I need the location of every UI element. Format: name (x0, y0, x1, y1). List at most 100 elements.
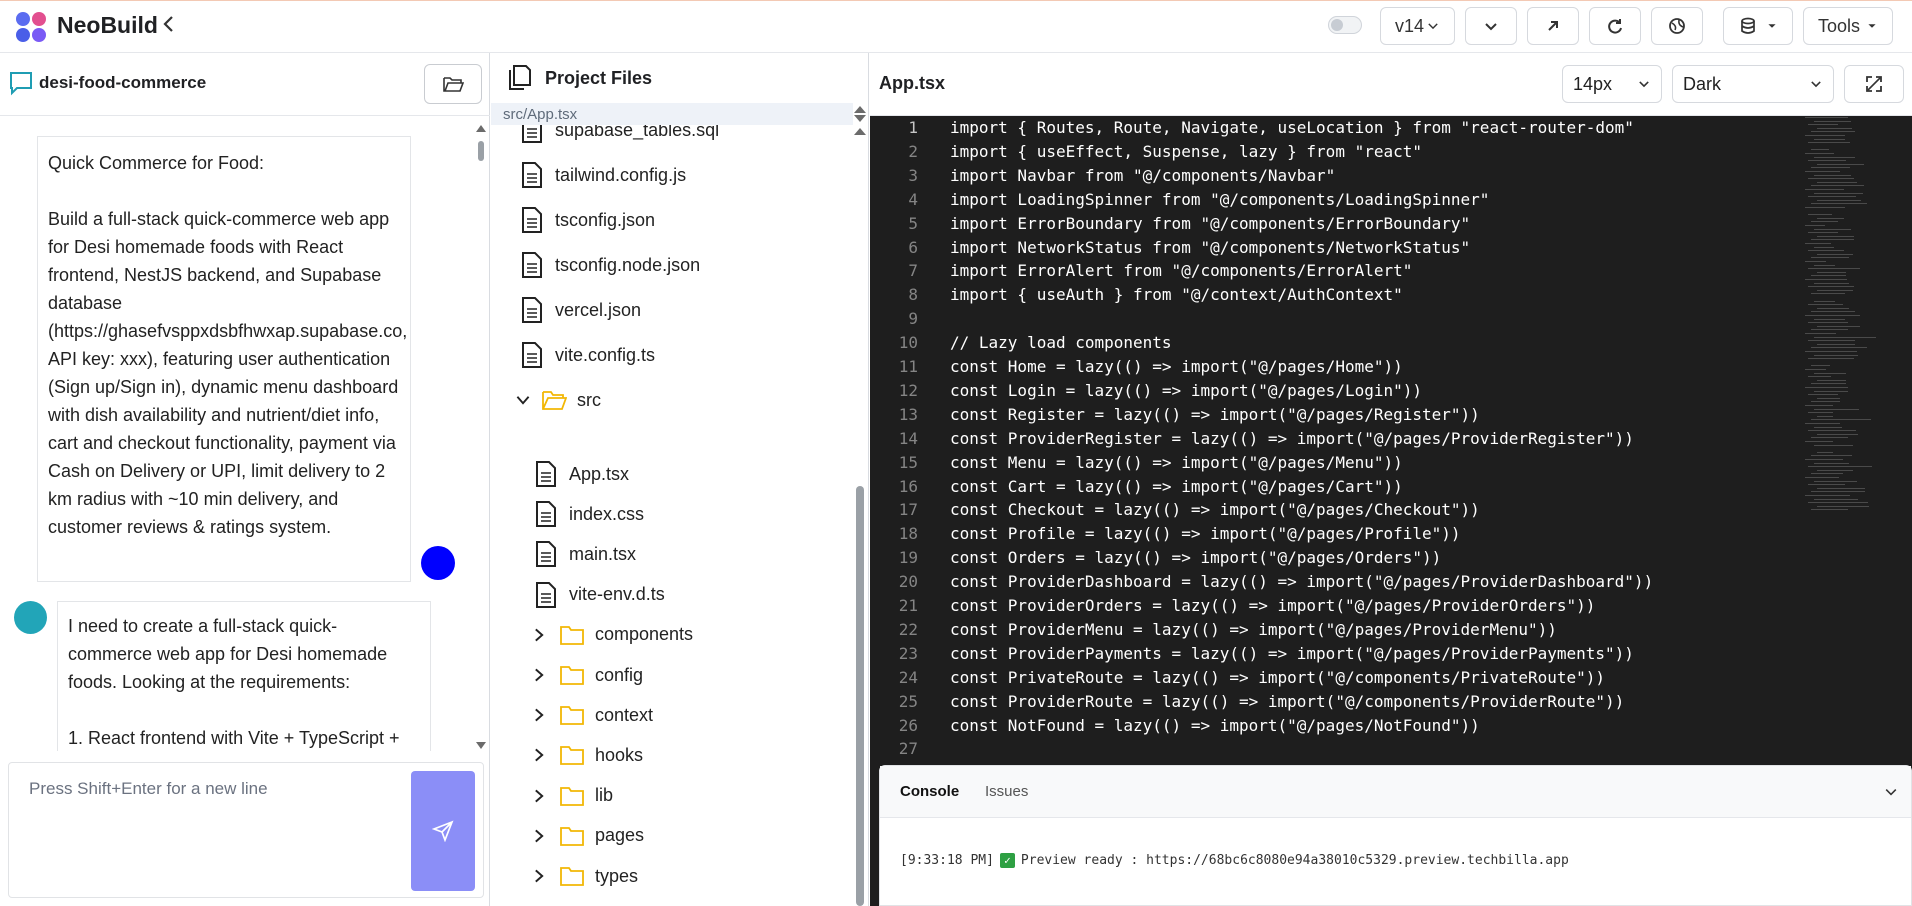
file-item[interactable]: tsconfig.node.json (519, 250, 700, 280)
file-item[interactable]: index.css (533, 499, 644, 529)
fullscreen-button[interactable] (1844, 65, 1904, 103)
file-item[interactable]: vite-env.d.ts (533, 580, 665, 610)
minimap-line (1811, 257, 1850, 259)
chat-scroll-thumb[interactable] (478, 141, 484, 161)
minimap-line (1808, 430, 1856, 432)
chevron-left-icon (163, 16, 173, 32)
file-item[interactable]: tsconfig.json (519, 205, 655, 235)
line-number: 19 (898, 548, 918, 568)
collapse-sidebar-button[interactable] (162, 14, 176, 40)
app-name: NeoBuild (57, 12, 158, 38)
tab-console[interactable]: Console (900, 783, 959, 800)
code-text: const ProviderRegister = lazy(() => impo… (950, 428, 1634, 448)
code-line: 6 import NetworkStatus from "@/components… (870, 238, 1912, 262)
scroll-up-icon (854, 128, 866, 135)
font-size-value: 14px (1573, 73, 1613, 94)
file-item[interactable]: supabase_tables.sql (519, 125, 719, 145)
chevron-right-icon (535, 829, 544, 843)
minimap-line (1814, 336, 1876, 338)
minimap-line (1808, 394, 1838, 396)
file-item[interactable]: vite.config.ts (519, 340, 655, 370)
file-item[interactable]: App.tsx (533, 459, 629, 489)
minimap-line (1817, 451, 1834, 453)
chat-scrollbar[interactable] (475, 123, 487, 753)
code-line: 26 const NotFound = lazy(() => import("@/… (870, 716, 1912, 740)
minimap-line (1814, 246, 1834, 248)
tools-menu-button[interactable]: Tools (1803, 7, 1893, 45)
code-area[interactable]: 1 import { Routes, Route, Navigate, useLo… (870, 117, 1912, 817)
minimap-line (1808, 358, 1854, 360)
code-line: 24 const PrivateRoute = lazy(() => import… (870, 668, 1912, 692)
file-tree-scrollbar[interactable] (852, 103, 868, 906)
globe-icon (1669, 18, 1685, 34)
file-item[interactable]: vercel.json (519, 295, 641, 325)
refresh-button[interactable] (1589, 7, 1641, 45)
chevron-right-icon (535, 789, 544, 802)
folder-item[interactable]: config (531, 660, 643, 690)
expand-icon (1866, 76, 1882, 92)
theme-toggle[interactable] (1328, 16, 1362, 34)
minimap-line (1811, 149, 1829, 151)
console-panel: Console Issues [9:33:18 PM] ✓ Preview re… (879, 765, 1912, 906)
code-text: import Navbar from "@/components/Navbar" (950, 165, 1336, 185)
code-minimap[interactable] (1805, 117, 1905, 537)
message-input[interactable] (9, 763, 409, 897)
version-select[interactable]: v14 (1380, 7, 1455, 45)
folder-item[interactable]: lib (531, 781, 613, 811)
file-name: tsconfig.json (555, 209, 656, 230)
line-number: 21 (898, 596, 918, 615)
minimap-line (1808, 304, 1843, 306)
file-item[interactable]: main.tsx (533, 539, 636, 569)
file-name: types (595, 865, 639, 886)
chevron-down-icon[interactable] (1883, 784, 1899, 800)
line-number: 11 (898, 357, 918, 376)
theme-select[interactable]: Dark (1672, 65, 1834, 103)
chevron-right-icon (535, 708, 544, 722)
file-name: tsconfig.node.json (555, 254, 701, 275)
folder-item[interactable]: hooks (531, 740, 643, 770)
open-external-button[interactable] (1527, 7, 1579, 45)
folder-item[interactable]: pages (531, 821, 644, 851)
code-line: 4 import LoadingSpinner from "@/component… (870, 190, 1912, 214)
minimap-line (1805, 225, 1825, 226)
tab-issues[interactable]: Issues (985, 783, 1028, 800)
minimap-line (1808, 340, 1855, 342)
version-label: v14 (1394, 15, 1425, 36)
code-text: const ProviderMenu = lazy(() => import("… (950, 619, 1557, 639)
folder-item[interactable]: src (515, 385, 601, 415)
chevron-right-icon (535, 869, 544, 883)
minimap-line (1811, 329, 1848, 331)
minimap-line (1805, 423, 1840, 424)
folder-item[interactable]: types (531, 861, 638, 891)
chat-header: desi-food-commerce (0, 53, 490, 116)
file-icon (533, 540, 559, 568)
folder-item[interactable]: utils (531, 901, 627, 906)
code-line: 5 import ErrorBoundary from "@/components… (870, 214, 1912, 238)
minimap-line (1817, 217, 1844, 219)
folder-item[interactable]: context (531, 700, 653, 730)
caret-down-icon (1868, 24, 1876, 28)
file-tree-scroll-thumb[interactable] (856, 486, 864, 906)
database-button[interactable] (1723, 7, 1793, 45)
open-folder-button[interactable] (424, 64, 482, 104)
code-text: const Home = lazy(() => import("@/pages/… (950, 357, 1403, 376)
line-number: 5 (908, 213, 918, 233)
minimap-line (1814, 228, 1852, 230)
minimap-line (1814, 498, 1859, 500)
minimap-line (1817, 505, 1870, 507)
folder-item[interactable]: components (531, 620, 693, 650)
send-button[interactable] (411, 771, 475, 891)
folder-open-icon (443, 77, 464, 92)
line-number: 25 (898, 691, 918, 711)
minimap-line (1805, 189, 1845, 190)
file-item[interactable]: tailwind.config.js (519, 160, 686, 190)
minimap-line (1814, 192, 1863, 194)
file-name: lib (595, 785, 614, 806)
scroll-up-icon (476, 125, 486, 132)
deploy-button[interactable] (1651, 7, 1703, 45)
code-line: 7 import ErrorAlert from "@/components/Er… (870, 261, 1912, 285)
chevron-right-icon (535, 749, 544, 762)
dropdown-button[interactable] (1465, 7, 1517, 45)
font-size-select[interactable]: 14px (1562, 65, 1662, 103)
file-icon (519, 161, 545, 189)
